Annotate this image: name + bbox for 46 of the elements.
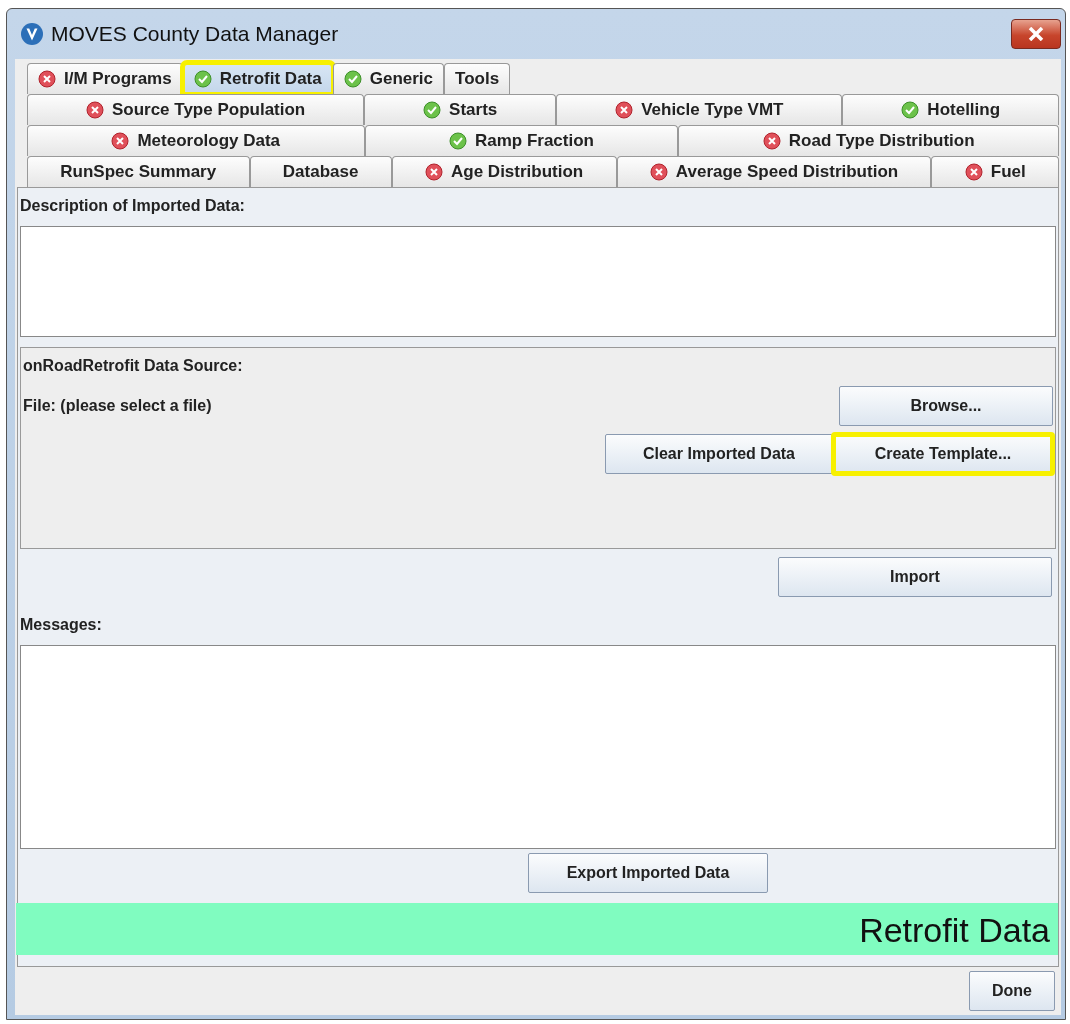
tab[interactable]: Retrofit Data — [182, 63, 333, 94]
messages-area[interactable] — [20, 645, 1056, 849]
close-button[interactable] — [1011, 19, 1061, 49]
import-button[interactable]: Import — [778, 557, 1052, 597]
error-icon — [111, 132, 130, 150]
tab[interactable]: Source Type Population — [27, 94, 365, 125]
error-icon — [38, 70, 56, 88]
tab[interactable]: Age Distribution — [391, 156, 617, 187]
tab[interactable]: Road Type Distribution — [678, 125, 1059, 156]
tab[interactable]: Tools — [444, 63, 511, 94]
check-icon — [448, 132, 467, 150]
action-button[interactable]: Browse... — [839, 386, 1053, 426]
tab[interactable]: Average Speed Distribution — [616, 156, 932, 187]
tab[interactable]: Starts — [364, 94, 557, 125]
error-icon — [615, 101, 634, 119]
tab[interactable]: I/M Programs — [27, 63, 183, 94]
error-icon — [649, 163, 668, 181]
tab[interactable]: RunSpec Summary — [27, 156, 250, 187]
error-icon — [85, 101, 104, 119]
status-banner: Retrofit Data — [16, 903, 1058, 955]
check-icon — [343, 70, 362, 88]
action-button[interactable]: Create Template... — [833, 434, 1053, 474]
error-icon — [762, 132, 781, 150]
error-icon — [425, 163, 443, 181]
close-icon — [1028, 27, 1044, 41]
messages-label: Messages: — [20, 615, 103, 635]
tab[interactable]: Vehicle Type VMT — [556, 94, 843, 125]
description-area[interactable] — [20, 226, 1056, 337]
app-logo-icon — [21, 23, 43, 45]
export-button[interactable]: Export Imported Data — [528, 853, 768, 893]
tab[interactable]: Generic — [332, 63, 445, 94]
check-icon — [901, 101, 920, 119]
tab[interactable]: Database — [249, 156, 392, 187]
check-icon — [193, 70, 212, 88]
file-label: File: (please select a file) — [23, 396, 212, 416]
action-button[interactable]: Clear Imported Data — [605, 434, 833, 474]
tab[interactable]: Hotelling — [842, 94, 1059, 125]
window-title: MOVES County Data Manager — [51, 21, 339, 48]
check-icon — [423, 101, 442, 119]
description-label: Description of Imported Data: — [20, 196, 246, 216]
tab[interactable]: Meteorology Data — [27, 125, 365, 156]
error-icon — [964, 163, 983, 181]
data-source-label: onRoadRetrofit Data Source: — [23, 356, 244, 376]
tab[interactable]: Fuel — [931, 156, 1060, 187]
tab[interactable]: Ramp Fraction — [364, 125, 679, 156]
done-button[interactable]: Done — [969, 971, 1055, 1011]
